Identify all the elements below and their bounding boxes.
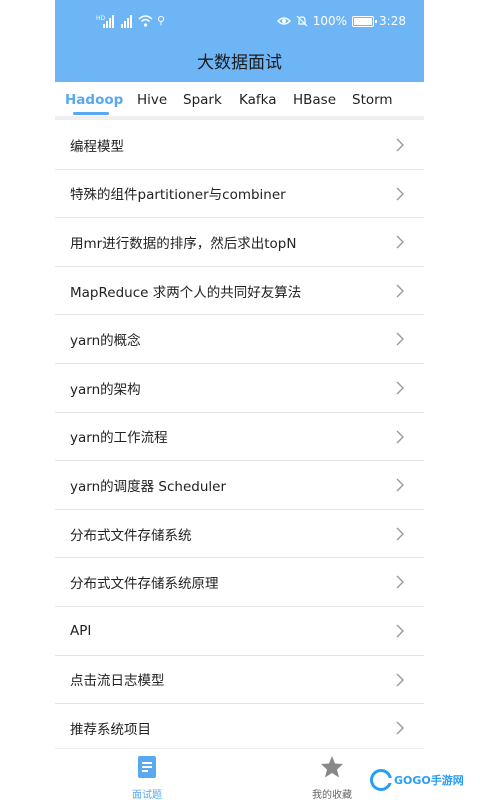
watermark-text: GOGO手游网 <box>394 774 464 787</box>
category-tabs: Hadoop Hive Spark Kafka HBase Storm <box>55 82 424 120</box>
list-item-label: yarn的调度器 Scheduler <box>70 478 227 495</box>
chevron-right-icon <box>396 430 404 444</box>
eye-icon <box>276 17 291 25</box>
status-bar: HD ⚲ 100% 3:28 <box>55 14 424 32</box>
list-item[interactable]: 推荐系统项目 <box>55 704 424 753</box>
app-title: 大数据面试 <box>197 53 282 73</box>
list-item-label: yarn的工作流程 <box>70 430 168 447</box>
chevron-right-icon <box>396 527 404 541</box>
list-item-label: yarn的架构 <box>70 381 141 398</box>
tab-active-indicator <box>73 112 109 115</box>
chevron-right-icon <box>396 381 404 395</box>
tab-spark[interactable]: Spark <box>183 92 222 108</box>
chevron-right-icon <box>396 575 404 589</box>
nav-label: 我的收藏 <box>312 790 352 800</box>
list-item[interactable]: MapReduce 求两个人的共同好友算法 <box>55 267 424 316</box>
chevron-right-icon <box>396 187 404 201</box>
list-item-label: 点击流日志模型 <box>70 673 165 690</box>
list-item[interactable]: yarn的工作流程 <box>55 413 424 462</box>
nav-interview-questions[interactable]: 面试题 <box>107 755 187 800</box>
chevron-right-icon <box>396 673 404 687</box>
battery-icon <box>352 15 378 27</box>
list-item[interactable]: yarn的概念 <box>55 315 424 364</box>
signal-icon-2 <box>121 15 132 28</box>
list-item[interactable]: 特殊的组件partitioner与combiner <box>55 170 424 219</box>
tab-kafka[interactable]: Kafka <box>239 92 277 108</box>
nav-label: 面试题 <box>132 790 162 800</box>
list-item[interactable]: 分布式文件存储系统原理 <box>55 558 424 607</box>
list-item[interactable]: 用mr进行数据的排序，然后求出topN <box>55 218 424 267</box>
watermark-logo: GOGO手游网 <box>370 766 474 794</box>
chevron-right-icon <box>396 332 404 346</box>
chevron-right-icon <box>396 138 404 152</box>
usb-icon: ⚲ <box>157 14 166 27</box>
list-item[interactable]: API <box>55 607 424 656</box>
list-item[interactable]: 编程模型 <box>55 121 424 170</box>
list-item[interactable]: yarn的架构 <box>55 364 424 413</box>
app-header: HD ⚲ 100% 3:28 大数据面试 <box>55 0 424 82</box>
app-screen: HD ⚲ 100% 3:28 大数据面试 Hadoop Hive Spark K… <box>55 0 424 800</box>
list-item[interactable]: yarn的调度器 Scheduler <box>55 461 424 510</box>
list-item[interactable]: 分布式文件存储系统 <box>55 510 424 559</box>
document-icon <box>138 756 156 778</box>
mute-bell-icon <box>296 15 308 27</box>
chevron-right-icon <box>396 721 404 735</box>
list-item-label: 特殊的组件partitioner与combiner <box>70 187 286 204</box>
chevron-right-icon <box>396 478 404 492</box>
tab-hbase[interactable]: HBase <box>293 92 336 108</box>
list-item[interactable]: 点击流日志模型 <box>55 656 424 705</box>
list-item-label: API <box>70 622 92 639</box>
bottom-nav: 面试题 我的收藏 <box>55 748 424 800</box>
clock: 3:28 <box>379 14 406 28</box>
tab-hadoop[interactable]: Hadoop <box>65 92 123 108</box>
battery-percent: 100% <box>312 14 348 28</box>
tab-storm[interactable]: Storm <box>352 92 393 108</box>
wifi-icon <box>138 15 153 27</box>
list-item-label: 分布式文件存储系统原理 <box>70 576 219 593</box>
signal-icon: HD <box>96 15 114 28</box>
list-item-label: 推荐系统项目 <box>70 721 151 738</box>
question-list: 编程模型 特殊的组件partitioner与combiner 用mr进行数据的排… <box>55 121 424 753</box>
status-right: 100% 3:28 <box>276 14 406 28</box>
tab-hive[interactable]: Hive <box>137 92 167 108</box>
star-icon <box>321 756 343 778</box>
list-item-label: 编程模型 <box>70 138 124 155</box>
chevron-right-icon <box>396 624 404 638</box>
watermark-icon <box>370 769 392 791</box>
chevron-right-icon <box>396 235 404 249</box>
list-item-label: 分布式文件存储系统 <box>70 527 192 544</box>
list-item-label: MapReduce 求两个人的共同好友算法 <box>70 284 302 301</box>
nav-favorites[interactable]: 我的收藏 <box>292 755 372 800</box>
list-item-label: 用mr进行数据的排序，然后求出topN <box>70 235 297 252</box>
chevron-right-icon <box>396 284 404 298</box>
list-item-label: yarn的概念 <box>70 333 141 350</box>
